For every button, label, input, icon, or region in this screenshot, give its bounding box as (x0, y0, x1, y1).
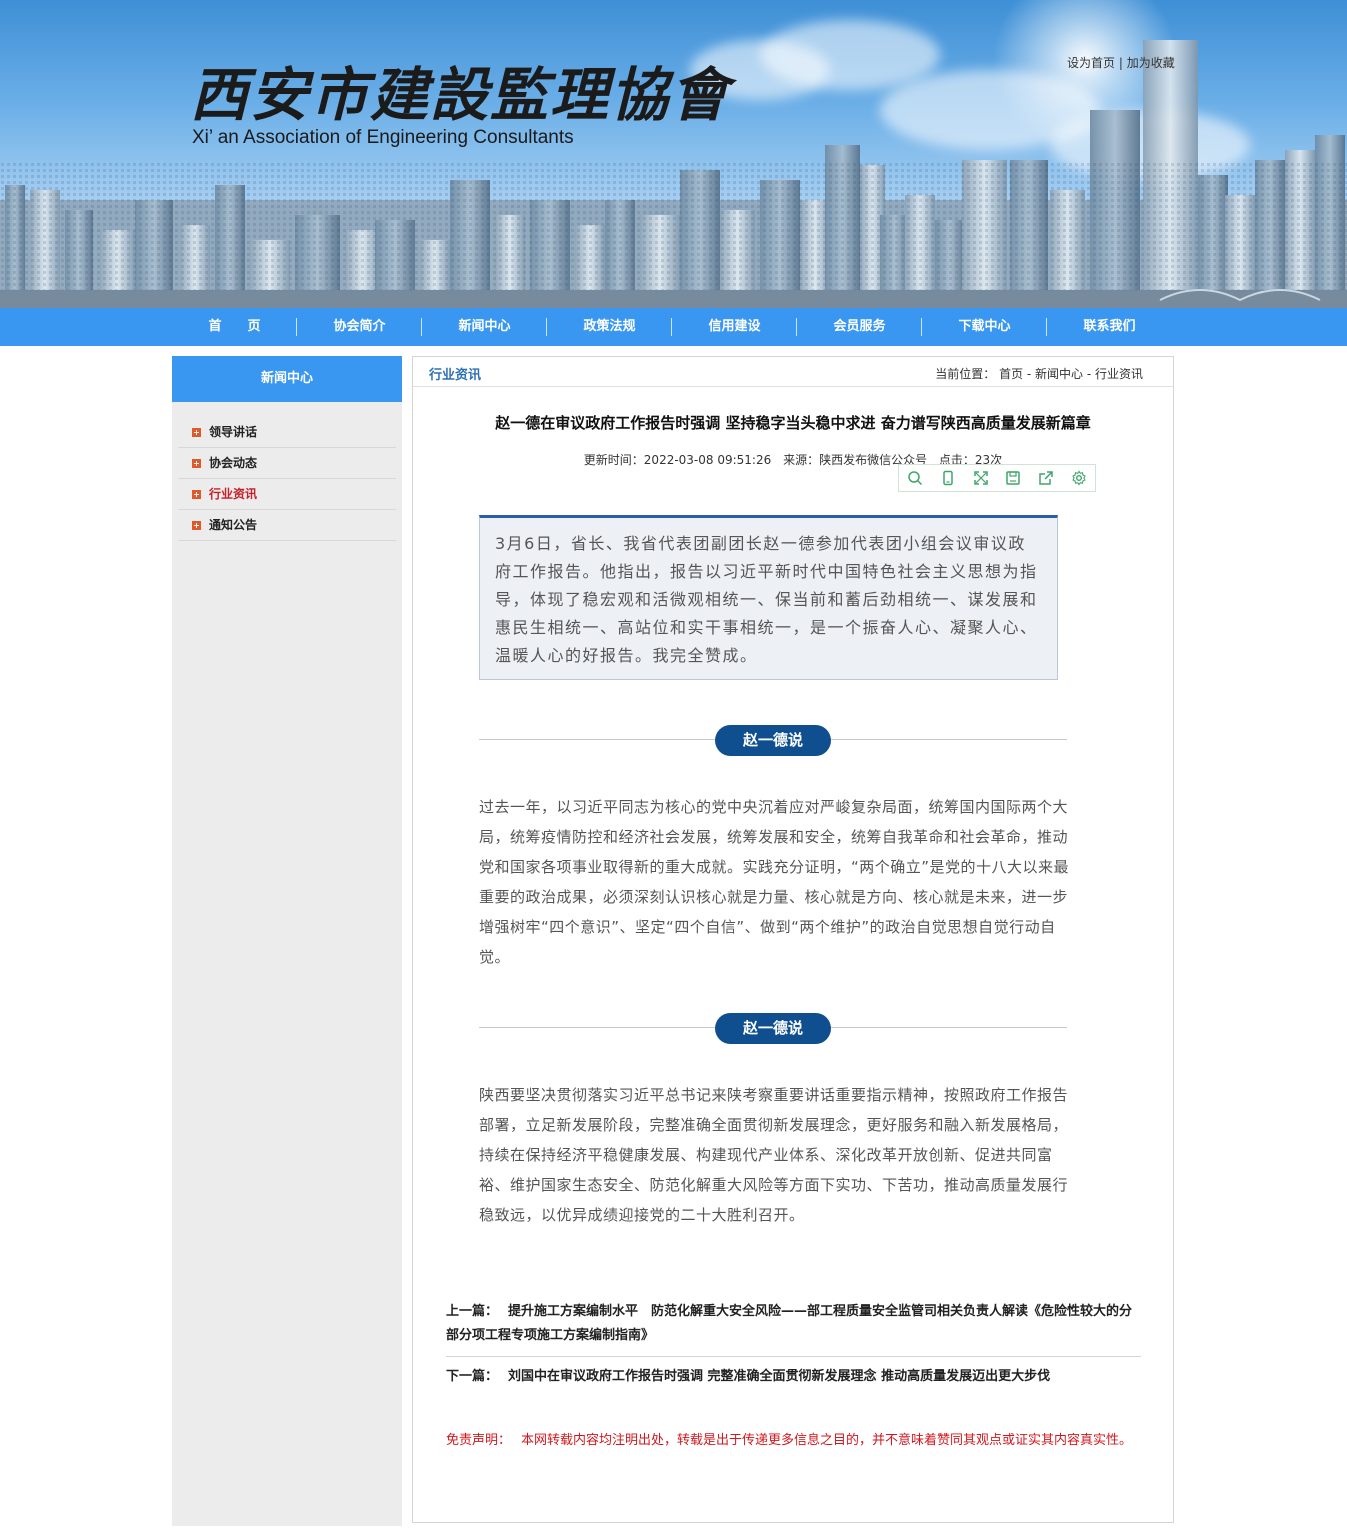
disclaimer-text: 本网转载内容均注明出处，转载是出于传递更多信息之目的，并不意味着赞同其观点或证实… (521, 1433, 1133, 1448)
prev-label: 上一篇： (446, 1304, 499, 1319)
logo-chinese: 西安市建設監理協會 (190, 61, 731, 129)
sidebar-item-association-news[interactable]: + 协会动态 (178, 448, 396, 479)
article-paragraph: 陕西要坚决贯彻落实习近平总书记来陕考察重要讲话重要指示精神，按照政府工作报告部署… (479, 1086, 1069, 1224)
nav-contact[interactable]: 联系我们 (1047, 308, 1172, 346)
city-skyline-image (0, 40, 1347, 308)
sidebar-title: 新闻中心 (172, 356, 402, 402)
top-links: 设为首页 | 加为收藏 (1067, 54, 1175, 71)
main-nav: 首 页 协会简介 新闻中心 政策法规 信用建设 会员服务 下载中心 联系我们 (0, 308, 1347, 346)
breadcrumb: 当前位置： 首页 - 新闻中心 - 行业资讯 (935, 367, 1143, 381)
plus-icon: + (192, 427, 201, 437)
plus-icon: + (192, 520, 201, 530)
search-icon[interactable] (899, 465, 932, 491)
next-label: 下一篇： (446, 1369, 499, 1384)
main-content: 行业资讯 当前位置： 首页 - 新闻中心 - 行业资讯 赵一德在审议政府工作报告… (412, 356, 1174, 1523)
section-label: 赵一德说 (715, 725, 831, 756)
plus-icon: + (192, 489, 201, 499)
disclaimer-label: 免责声明： (446, 1433, 512, 1448)
nav-policy[interactable]: 政策法规 (547, 308, 672, 346)
sidebar-item-label: 行业资讯 (209, 486, 258, 501)
article-title: 赵一德在审议政府工作报告时强调 坚持稳字当头稳中求进 奋力谱写陕西高质量发展新篇… (495, 414, 1091, 432)
sidebar: 新闻中心 + 领导讲话 + 协会动态 + 行业资讯 + 通知公告 (172, 356, 402, 1526)
article-paragraph: 过去一年，以习近平同志为核心的党中央沉着应对严峻复杂局面，统筹国内国际两个大局，… (479, 798, 1070, 966)
section-title: 行业资讯 (429, 368, 482, 383)
phone-icon[interactable] (932, 465, 965, 491)
share-icon[interactable] (1030, 465, 1063, 491)
lead-summary-box: 3月6日，省长、我省代表团副团长赵一德参加代表团小组会议审议政府工作报告。他指出… (479, 515, 1058, 680)
sidebar-item-leader-speech[interactable]: + 领导讲话 (178, 417, 396, 448)
next-article-link[interactable]: 刘国中在审议政府工作报告时强调 完整准确全面贯彻新发展理念 推动高质量发展迈出更… (508, 1369, 1050, 1384)
section-divider: 赵一德说 (479, 725, 1067, 756)
section-divider: 赵一德说 (479, 1013, 1067, 1044)
content-header: 行业资讯 当前位置： 首页 - 新闻中心 - 行业资讯 (413, 357, 1173, 387)
nav-about[interactable]: 协会简介 (297, 308, 422, 346)
prev-article: 上一篇： 提升施工方案编制水平 防范化解重大安全风险——部工程质量安全监管司相关负… (446, 1300, 1141, 1357)
disclaimer: 免责声明： 本网转载内容均注明出处，转载是出于传递更多信息之目的，并不意味着赞同其… (446, 1428, 1141, 1453)
share-toolbar (898, 464, 1096, 492)
sidebar-item-notices[interactable]: + 通知公告 (178, 510, 396, 541)
plus-icon: + (192, 458, 201, 468)
save-icon[interactable] (997, 465, 1030, 491)
nav-news[interactable]: 新闻中心 (422, 308, 547, 346)
nav-credit[interactable]: 信用建设 (672, 308, 797, 346)
nav-download[interactable]: 下载中心 (922, 308, 1047, 346)
settings-icon[interactable] (1062, 465, 1095, 491)
link-separator: | (1118, 56, 1123, 70)
nav-home[interactable]: 首 页 (172, 308, 297, 346)
logo-english: Xi’ an Association of Engineering Consul… (192, 127, 574, 148)
prev-article-link[interactable]: 提升施工方案编制水平 防范化解重大安全风险——部工程质量安全监管司相关负责人解读… (446, 1304, 1132, 1343)
nav-member[interactable]: 会员服务 (797, 308, 922, 346)
sidebar-item-label: 领导讲话 (209, 424, 258, 439)
header-banner: 西安市建設監理協會 Xi’ an Association of Engineer… (0, 0, 1347, 308)
section-label: 赵一德说 (715, 1013, 831, 1044)
sidebar-item-label: 通知公告 (209, 517, 258, 532)
set-homepage-link[interactable]: 设为首页 (1067, 56, 1115, 70)
sidebar-item-industry-news[interactable]: + 行业资讯 (178, 479, 396, 510)
fullscreen-icon[interactable] (964, 465, 997, 491)
sidebar-item-label: 协会动态 (209, 455, 258, 470)
add-favorite-link[interactable]: 加为收藏 (1127, 56, 1175, 70)
update-time: 更新时间：2022-03-08 09:51:26 (583, 453, 772, 467)
next-article: 下一篇： 刘国中在审议政府工作报告时强调 完整准确全面贯彻新发展理念 推动高质量发… (446, 1365, 1141, 1389)
